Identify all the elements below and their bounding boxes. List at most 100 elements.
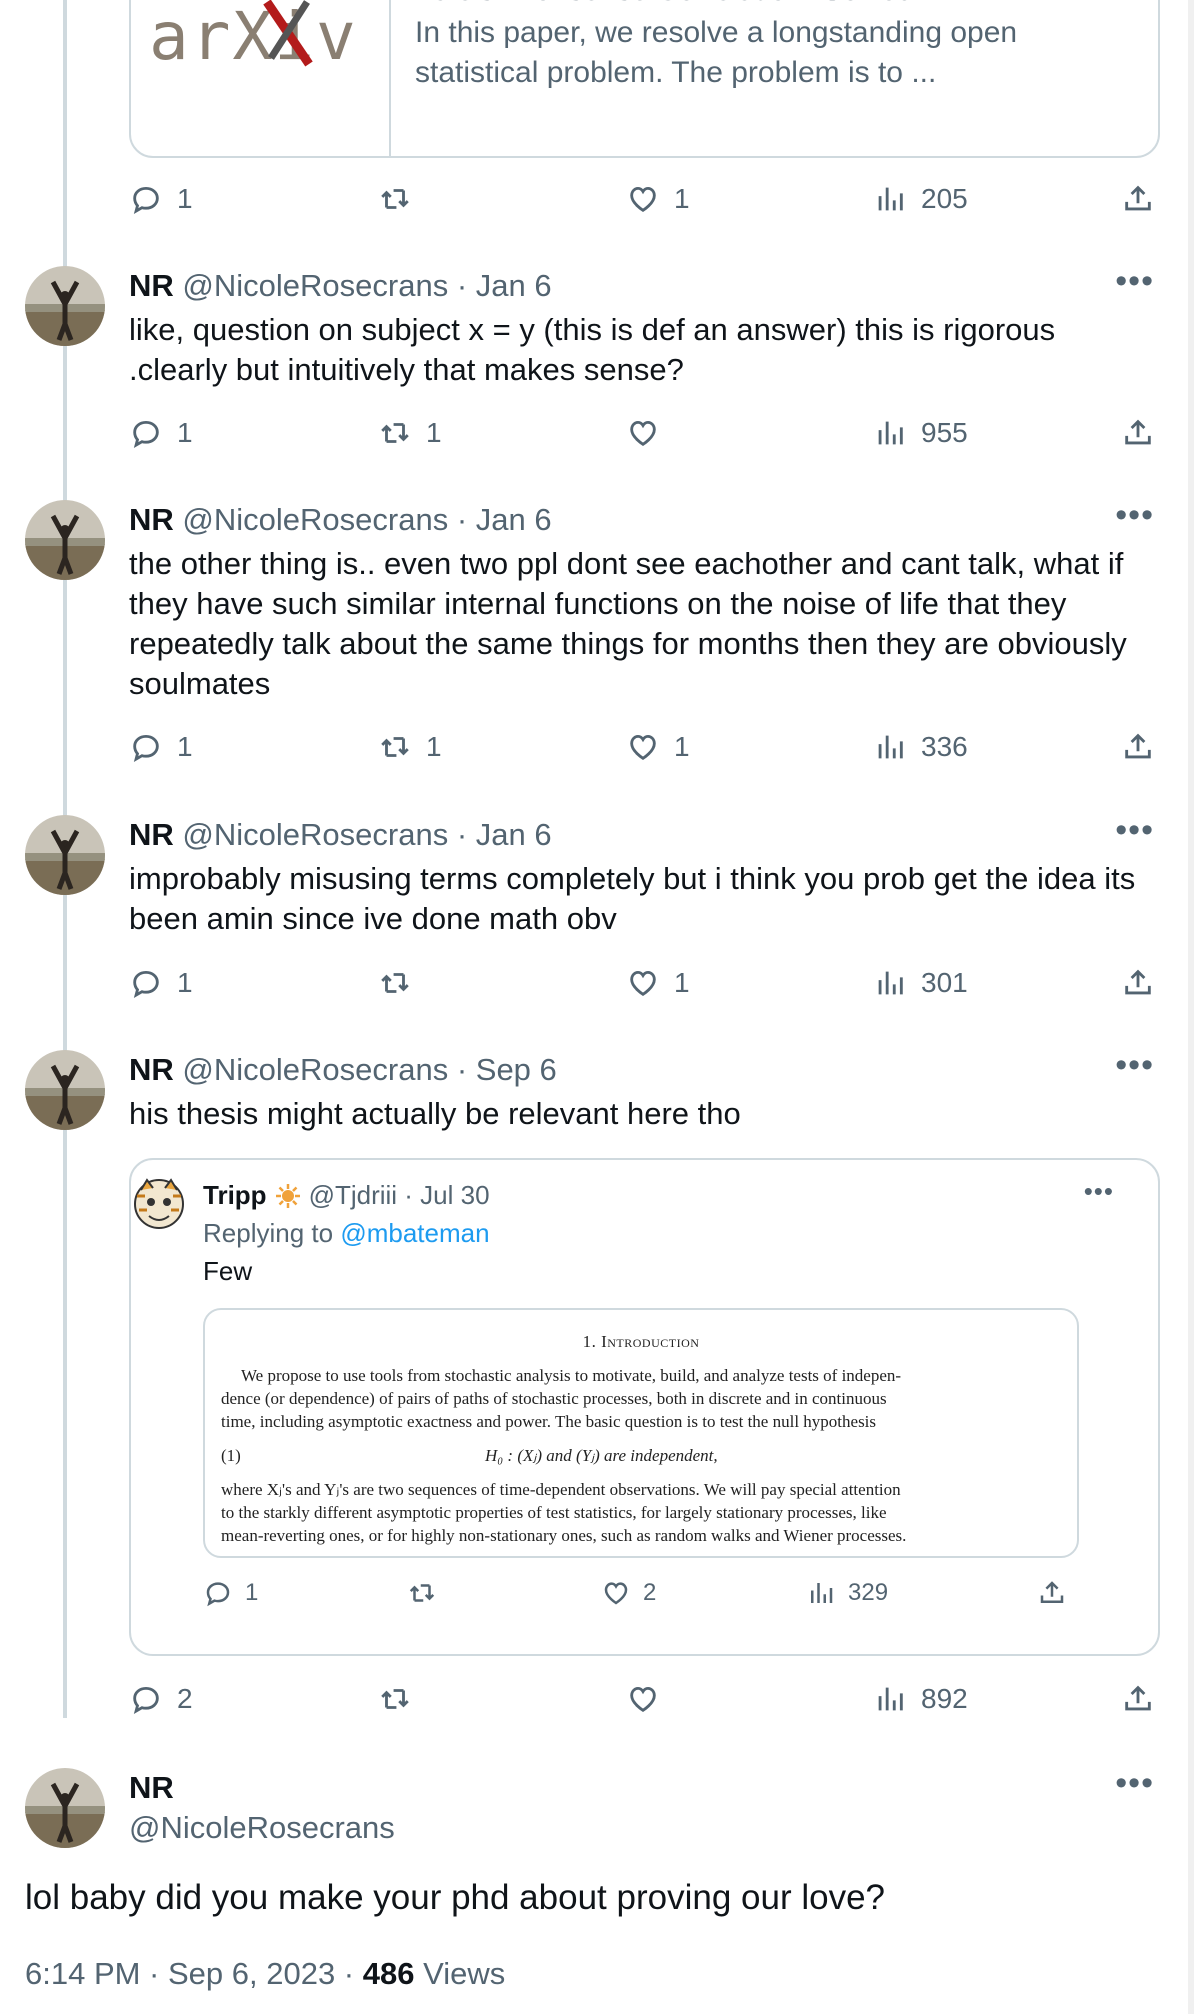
views-icon	[873, 416, 907, 450]
reply-icon	[129, 730, 163, 764]
reply-icon	[203, 1578, 233, 1608]
link-card-divider	[389, 0, 391, 156]
handle[interactable]: @NicoleRosecrans	[182, 1052, 448, 1087]
quote-handle-date[interactable]: @Tjdriii · Jul 30	[309, 1180, 490, 1211]
quote-replying-to: Replying to @mbateman	[203, 1218, 490, 1248]
retweet-button[interactable]: 1	[378, 416, 442, 450]
paper-paragraph: We propose to use tools from stochastic …	[221, 1366, 902, 1431]
more-icon[interactable]: •••	[1115, 262, 1154, 301]
like-icon	[601, 1578, 631, 1608]
reply-button[interactable]: 1	[129, 730, 193, 764]
views-label: Views	[414, 1956, 506, 1991]
arxiv-x-mark-icon	[263, 0, 313, 67]
like-button[interactable]: 1	[626, 730, 690, 764]
more-icon[interactable]: •••	[1115, 1764, 1154, 1803]
retweet-icon	[378, 730, 412, 764]
quote-avatar[interactable]	[131, 1174, 187, 1240]
link-card[interactable]: arXiv Yule's "Nonsense Correlation" Solv…	[129, 0, 1160, 158]
paper-equation: H₀ : (Xⱼ) and (Yⱼ) are independent,	[485, 1446, 718, 1465]
main-handle[interactable]: @NicoleRosecrans	[129, 1810, 395, 1846]
views-button[interactable]: 955	[873, 416, 968, 450]
share-button[interactable]	[1121, 1682, 1155, 1716]
avatar[interactable]	[25, 266, 105, 346]
retweet-icon	[407, 1578, 437, 1608]
share-button[interactable]	[1121, 730, 1155, 764]
reply-button[interactable]: 1	[129, 416, 193, 450]
reply-icon	[129, 966, 163, 1000]
more-icon[interactable]: •••	[1115, 496, 1154, 535]
handle[interactable]: @NicoleRosecrans	[182, 268, 448, 303]
share-icon	[1037, 1578, 1067, 1608]
share-button[interactable]	[1121, 416, 1155, 450]
like-button[interactable]: 1	[626, 966, 690, 1000]
share-button[interactable]	[1037, 1578, 1067, 1608]
retweet-button[interactable]: 1	[378, 730, 442, 764]
retweet-icon	[378, 966, 412, 1000]
display-name[interactable]: NR	[129, 502, 174, 537]
handle[interactable]: @NicoleRosecrans	[182, 502, 448, 537]
display-name[interactable]: NR	[129, 1052, 174, 1087]
share-icon	[1121, 416, 1155, 450]
share-button[interactable]	[1121, 182, 1155, 216]
avatar[interactable]	[25, 500, 105, 580]
share-icon	[1121, 730, 1155, 764]
like-button[interactable]: 1	[626, 182, 690, 216]
more-icon[interactable]: •••	[1115, 1046, 1154, 1085]
like-button[interactable]	[626, 416, 674, 450]
views-button[interactable]: 329	[806, 1578, 888, 1608]
views-icon	[873, 182, 907, 216]
timestamp-link[interactable]: 6:14 PM · Sep 6, 2023 ·	[25, 1956, 363, 1991]
quoted-tweet[interactable]: Tripp @Tjdriii · Jul 30 ••• Replying to …	[129, 1158, 1160, 1656]
main-tweet-timestamp: 6:14 PM · Sep 6, 2023 · 486 Views	[25, 1956, 505, 1992]
arxiv-logo-text: arXiv	[149, 0, 358, 68]
paper-heading: 1. Introduction	[582, 1332, 700, 1351]
reply-button[interactable]: 1	[129, 182, 193, 216]
display-name[interactable]: NR	[129, 817, 174, 852]
display-name[interactable]: NR	[129, 268, 174, 303]
quote-display-name[interactable]: Tripp	[203, 1180, 267, 1211]
paper-paragraph-2: where Xⱼ's and Yⱼ's are two sequences of…	[221, 1480, 907, 1545]
right-edge-shadow	[1188, 0, 1194, 2014]
tweet-date[interactable]: · Jan 6	[457, 502, 552, 537]
reply-button[interactable]: 2	[129, 1682, 193, 1716]
avatar[interactable]	[25, 1050, 105, 1130]
tweet-date[interactable]: · Jan 6	[457, 817, 552, 852]
views-button[interactable]: 336	[873, 730, 968, 764]
sun-badge-icon	[275, 1183, 300, 1208]
avatar[interactable]	[25, 1768, 105, 1848]
views-button[interactable]: 205	[873, 182, 968, 216]
reply-button[interactable]: 1	[129, 966, 193, 1000]
views-button[interactable]: 892	[873, 1682, 968, 1716]
retweet-button[interactable]	[378, 966, 426, 1000]
reply-button[interactable]: 1	[203, 1578, 258, 1608]
replying-to-link[interactable]: @mbateman	[340, 1218, 489, 1248]
tweet-date[interactable]: · Sep 6	[457, 1052, 557, 1087]
tweet-text: like, question on subject x = y (this is…	[129, 312, 1056, 387]
views-icon	[873, 730, 907, 764]
quote-text: Few	[203, 1256, 253, 1286]
quote-image-paper[interactable]: 1. Introduction We propose to use tools …	[203, 1308, 1079, 1558]
like-icon	[626, 730, 660, 764]
like-icon	[626, 182, 660, 216]
handle[interactable]: @NicoleRosecrans	[182, 817, 448, 852]
tweet-text: improbably misusing terms completely but…	[129, 861, 1136, 936]
tweet-date[interactable]: · Jan 6	[457, 268, 552, 303]
views-icon	[806, 1578, 836, 1608]
share-button[interactable]	[1121, 966, 1155, 1000]
avatar[interactable]	[25, 815, 105, 895]
like-button[interactable]: 2	[601, 1578, 656, 1608]
retweet-icon	[378, 182, 412, 216]
more-icon[interactable]: •••	[1115, 811, 1154, 850]
tweet-text: his thesis might actually be relevant he…	[129, 1096, 741, 1131]
share-icon	[1121, 182, 1155, 216]
views-button[interactable]: 301	[873, 966, 968, 1000]
more-icon[interactable]: •••	[1084, 1176, 1114, 1207]
like-icon	[626, 1682, 660, 1716]
retweet-button[interactable]	[378, 1682, 426, 1716]
main-display-name[interactable]: NR	[129, 1770, 174, 1806]
like-button[interactable]	[626, 1682, 674, 1716]
retweet-button[interactable]	[407, 1578, 449, 1608]
retweet-button[interactable]	[378, 182, 426, 216]
like-icon	[626, 416, 660, 450]
link-card-desc-1: In this paper, we resolve a longstanding…	[415, 16, 1018, 49]
